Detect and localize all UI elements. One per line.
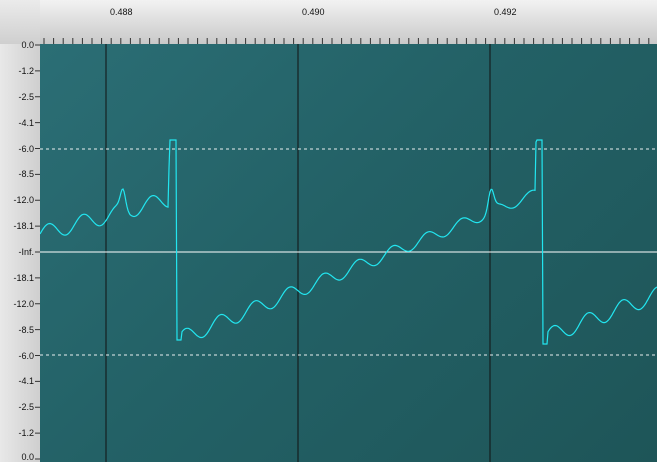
db-label: -4.1 xyxy=(18,117,34,128)
waveform-canvas xyxy=(40,44,657,462)
waveform-track[interactable] xyxy=(40,44,657,462)
ruler-ticks xyxy=(43,38,650,44)
db-label: 0.0 xyxy=(21,452,34,462)
db-label: -1.2 xyxy=(18,428,34,439)
time-label-0490: 0.490 xyxy=(302,7,325,17)
db-label: -18.1 xyxy=(13,272,34,283)
db-label: -8.5 xyxy=(18,169,34,180)
db-label: -1.2 xyxy=(18,65,34,76)
db-label: -18.1 xyxy=(13,221,34,232)
db-label: -4.1 xyxy=(18,376,34,387)
db-label: -2.5 xyxy=(18,402,34,413)
db-label: 0.0 xyxy=(21,40,34,50)
time-ruler[interactable]: 0.488 0.490 0.492 xyxy=(0,0,657,44)
time-label-0492: 0.492 xyxy=(494,7,517,17)
db-label: -2.5 xyxy=(18,91,34,102)
amplitude-scale[interactable]: 0.0 -1.2 -2.5 -4.1 -6.0 -8.5 -12.0 -18.1 -Inf. -1… xyxy=(0,40,40,462)
db-label: -8.5 xyxy=(18,324,34,335)
db-label: -12.0 xyxy=(13,298,34,309)
db-label: -Inf. xyxy=(18,247,34,257)
db-label: -6.0 xyxy=(18,143,34,154)
db-label: -6.0 xyxy=(18,350,34,361)
db-label: -12.0 xyxy=(13,195,34,206)
waveform-line xyxy=(40,139,657,345)
time-label-0488: 0.488 xyxy=(110,7,133,17)
